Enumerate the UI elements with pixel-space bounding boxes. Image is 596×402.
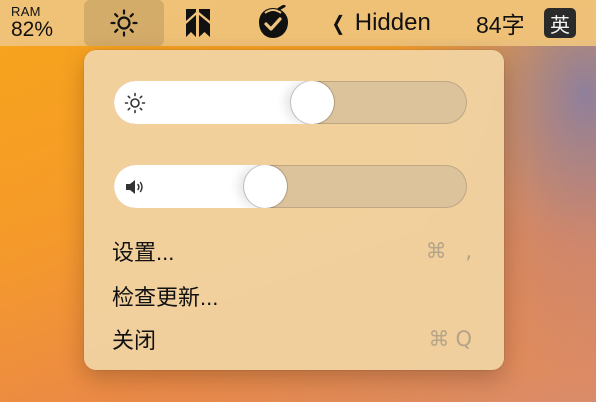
menu-item-shortcut: ⌘ ,: [425, 239, 478, 263]
hidden-label: Hidden: [354, 9, 431, 36]
menu-item-quit[interactable]: 关闭 ⌘Q: [112, 322, 478, 356]
menu-item-label: 检查更新...: [112, 285, 219, 310]
volume-slider[interactable]: [114, 165, 467, 208]
menu-item-label: 设置...: [112, 240, 175, 265]
word-count[interactable]: 84字: [476, 0, 525, 46]
chevron-left-icon: ❮: [331, 12, 346, 35]
volume-slider-knob[interactable]: [244, 165, 287, 208]
menu-item-shortcut: ⌘Q: [428, 327, 478, 351]
brightness-menu-button[interactable]: [84, 0, 164, 46]
bookmark-menu-button[interactable]: [183, 0, 213, 46]
ram-value: 82%: [11, 18, 54, 41]
speaker-icon: [126, 180, 143, 194]
menu-item-check-updates[interactable]: 检查更新...: [112, 279, 478, 313]
hidden-items-toggle[interactable]: ❮ Hidden: [330, 0, 431, 46]
acorn-menu-button[interactable]: [253, 0, 293, 46]
bookmark-icon: [186, 9, 210, 37]
brightness-slider[interactable]: [114, 81, 467, 124]
menu-bar: RAM 82% ❮ Hidden 84字 英: [0, 0, 596, 46]
sun-icon: [110, 9, 138, 37]
menu-item-settings[interactable]: 设置... ⌘ ,: [112, 234, 478, 268]
sun-icon: [124, 92, 146, 114]
ram-monitor[interactable]: RAM 82%: [11, 5, 53, 40]
brightness-dropdown-menu: 设置... ⌘ , 检查更新... 关闭 ⌘Q: [84, 50, 504, 370]
brightness-slider-knob[interactable]: [291, 81, 334, 124]
acorn-check-icon: [259, 5, 288, 38]
menu-item-label: 关闭: [112, 328, 157, 353]
input-method-indicator[interactable]: 英: [544, 8, 576, 38]
ram-label: RAM: [11, 4, 41, 19]
